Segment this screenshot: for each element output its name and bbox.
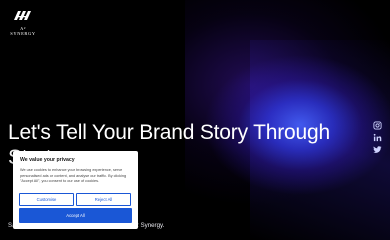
- accept-all-button[interactable]: Accept All: [19, 208, 132, 223]
- cookie-dialog-text: We use cookies to enhance your browsing …: [20, 168, 127, 183]
- logo-text: A² SYNERGY: [10, 26, 36, 36]
- logo-mark-icon: [14, 11, 31, 20]
- social-links: [373, 121, 383, 157]
- twitter-icon[interactable]: [373, 145, 383, 154]
- cookie-dialog-title: We value your privacy: [20, 157, 75, 163]
- customise-button[interactable]: Customise: [19, 193, 74, 206]
- site-logo[interactable]: A² SYNERGY: [8, 7, 38, 36]
- instagram-icon[interactable]: [373, 121, 383, 130]
- reject-all-button[interactable]: Reject All: [76, 193, 131, 206]
- cookie-consent-dialog: We value your privacy We use cookies to …: [13, 151, 138, 229]
- linkedin-icon[interactable]: [373, 133, 383, 142]
